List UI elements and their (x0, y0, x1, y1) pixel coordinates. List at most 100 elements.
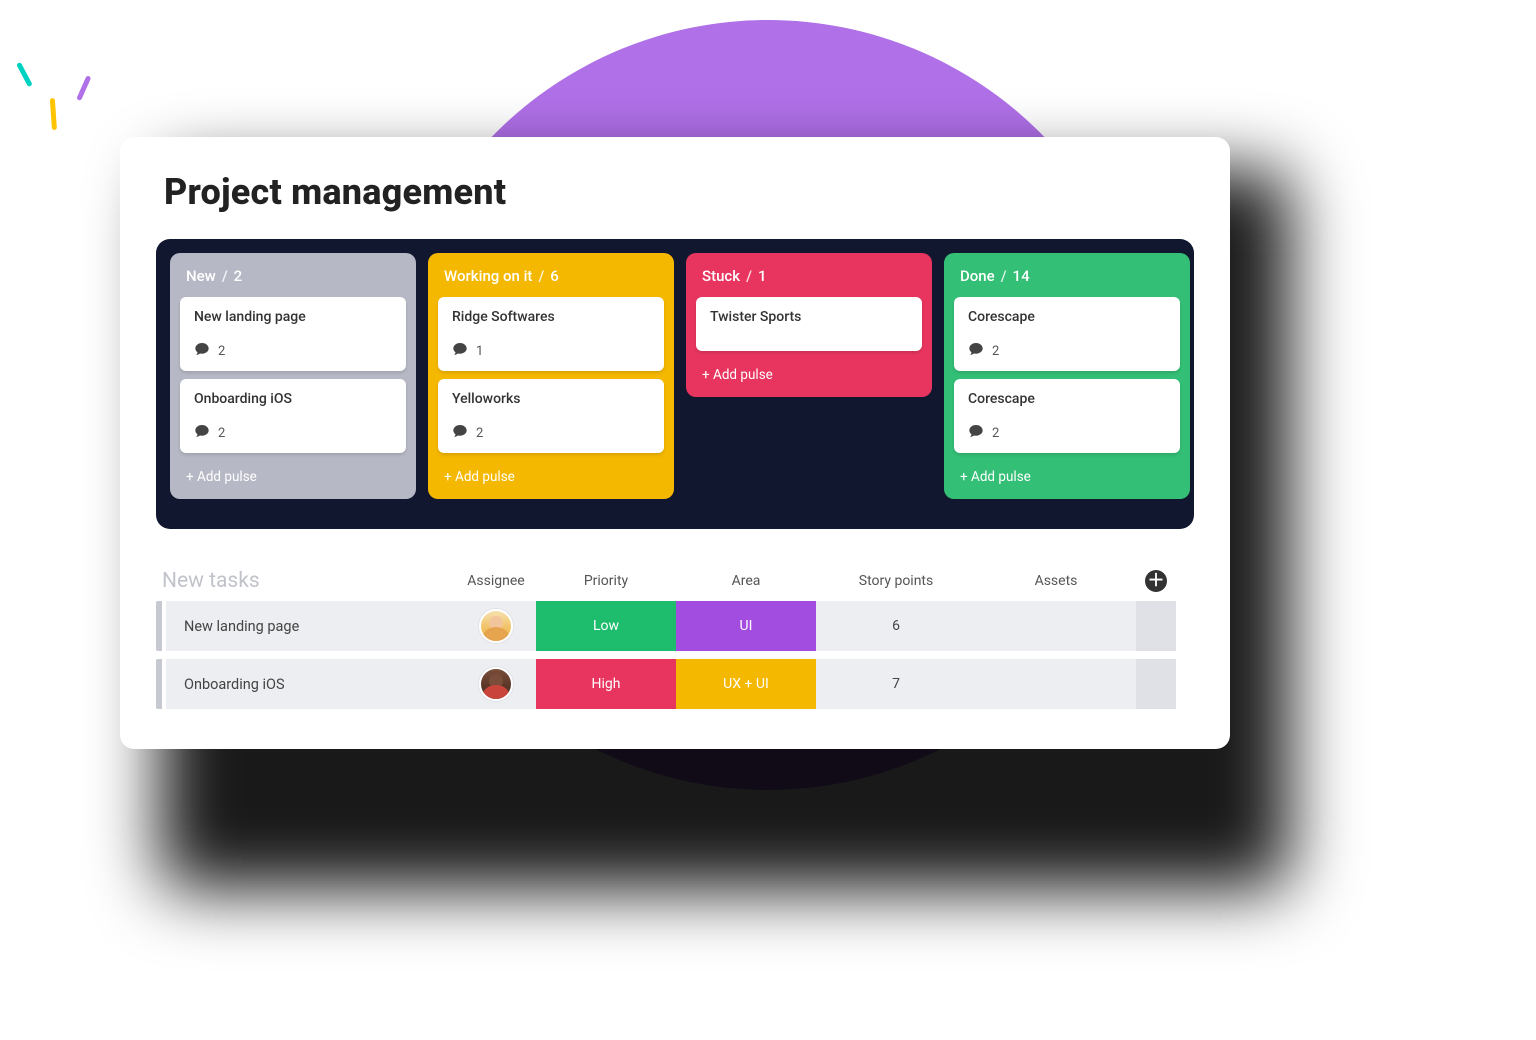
column-name: New (186, 267, 216, 285)
comment-count: 2 (992, 426, 999, 441)
comment-icon (194, 423, 210, 443)
card-comments[interactable]: 1 (452, 341, 652, 361)
kanban-card[interactable]: Ridge Softwares 1 (438, 297, 664, 371)
card-comments[interactable]: 2 (968, 423, 1168, 443)
column-header-points: Story points (816, 573, 976, 589)
column-count: 6 (550, 267, 559, 285)
column-header[interactable]: Done/14 (954, 263, 1180, 289)
comment-count: 2 (218, 344, 225, 359)
area-cell[interactable]: UI (676, 601, 816, 651)
kanban-column-done: Done/14 Corescape 2 Corescape 2 + Add pulse (944, 253, 1190, 499)
card-comments[interactable]: 2 (452, 423, 652, 443)
card-title: Onboarding iOS (194, 391, 394, 407)
area-value: UX + UI (723, 676, 769, 692)
add-pulse-label: + Add pulse (186, 469, 257, 485)
kanban-card[interactable]: Yelloworks 2 (438, 379, 664, 453)
comment-count: 1 (476, 344, 483, 359)
add-pulse-label: + Add pulse (702, 367, 773, 383)
priority-cell[interactable]: Low (536, 601, 676, 651)
tasks-header-row: New tasks Assignee Priority Area Story p… (156, 569, 1194, 593)
card-title: New landing page (194, 309, 394, 325)
card-comments[interactable]: 2 (968, 341, 1168, 361)
column-name: Stuck (702, 267, 740, 285)
card-title: Yelloworks (452, 391, 652, 407)
card-title: Twister Sports (710, 309, 910, 325)
column-header-assignee: Assignee (456, 573, 536, 589)
add-column-button[interactable]: ＋ (1145, 570, 1167, 592)
column-count: 2 (234, 267, 243, 285)
comment-icon (452, 423, 468, 443)
kanban-board: New / 2 New landing page 2 Onboarding iOS 2 + A… (156, 239, 1194, 529)
column-header-area: Area (676, 573, 816, 589)
add-pulse-button[interactable]: + Add pulse (438, 461, 664, 487)
task-row[interactable]: New landing page Low UI 6 (156, 601, 1194, 651)
card-comments[interactable]: 2 (194, 423, 394, 443)
comment-icon (452, 341, 468, 361)
comment-count: 2 (218, 426, 225, 441)
priority-value: High (592, 676, 621, 692)
points-value: 6 (892, 618, 900, 634)
column-header[interactable]: Stuck / 1 (696, 263, 922, 289)
add-pulse-button[interactable]: + Add pulse (180, 461, 406, 487)
task-name-cell[interactable]: New landing page (166, 601, 456, 651)
points-value: 7 (892, 676, 900, 692)
avatar (479, 667, 513, 701)
kanban-card[interactable]: Onboarding iOS 2 (180, 379, 406, 453)
add-pulse-button[interactable]: + Add pulse (954, 461, 1180, 487)
app-window: Project management New/2New landing page… (120, 137, 1230, 749)
area-cell[interactable]: UX + UI (676, 659, 816, 709)
slash-separator: / (538, 267, 544, 285)
kanban-card[interactable]: Corescape 2 (954, 297, 1180, 371)
assignee-cell[interactable] (456, 601, 536, 651)
kanban-card[interactable]: Corescape 2 (954, 379, 1180, 453)
assets-cell[interactable] (976, 601, 1136, 651)
avatar (479, 609, 513, 643)
card-comments[interactable]: 2 (194, 341, 394, 361)
priority-value: Low (593, 618, 619, 634)
tasks-section: New tasks Assignee Priority Area Story p… (156, 569, 1194, 709)
column-count: 14 (1013, 267, 1030, 285)
column-header[interactable]: Working on it / 6 (438, 263, 664, 289)
column-header-priority: Priority (536, 573, 676, 589)
row-accent (156, 659, 162, 709)
comment-count: 2 (476, 426, 483, 441)
card-title: Corescape (968, 391, 1168, 407)
comment-icon (968, 341, 984, 361)
card-title: Ridge Softwares (452, 309, 652, 325)
row-accent (156, 601, 162, 651)
task-row[interactable]: Onboarding iOS High UX + UI 7 (156, 659, 1194, 709)
column-header-assets: Assets (976, 573, 1136, 589)
column-name: Working on it (444, 267, 532, 285)
column-name: Done (960, 267, 995, 285)
tasks-section-title: New tasks (156, 569, 456, 593)
slash-separator: / (746, 267, 752, 285)
task-name-cell[interactable]: Onboarding iOS (166, 659, 456, 709)
row-end-cell (1136, 601, 1176, 651)
assets-cell[interactable] (976, 659, 1136, 709)
comment-icon (194, 341, 210, 361)
card-title: Corescape (968, 309, 1168, 325)
add-pulse-label: + Add pulse (444, 469, 515, 485)
page-title: Project management (164, 171, 1194, 213)
add-pulse-button[interactable]: + Add pulse (696, 359, 922, 385)
comment-icon (968, 423, 984, 443)
points-cell[interactable]: 6 (816, 601, 976, 651)
decorative-strokes (10, 60, 90, 140)
task-name: Onboarding iOS (184, 676, 285, 693)
kanban-card[interactable]: Twister Sports (696, 297, 922, 351)
points-cell[interactable]: 7 (816, 659, 976, 709)
kanban-column-new: New / 2 New landing page 2 Onboarding iOS 2 + A… (170, 253, 416, 499)
slash-separator: / (222, 267, 228, 285)
comment-count: 2 (992, 344, 999, 359)
kanban-card[interactable]: New landing page 2 (180, 297, 406, 371)
add-pulse-label: + Add pulse (960, 469, 1031, 485)
task-name: New landing page (184, 618, 299, 635)
add-column-cell: ＋ (1136, 570, 1176, 592)
priority-cell[interactable]: High (536, 659, 676, 709)
column-header[interactable]: New / 2 (180, 263, 406, 289)
plus-icon: ＋ (1148, 573, 1165, 590)
column-count: 1 (758, 267, 767, 285)
kanban-column-working: Working on it / 6 Ridge Softwares 1 Yellowork… (428, 253, 674, 499)
area-value: UI (740, 618, 753, 634)
assignee-cell[interactable] (456, 659, 536, 709)
